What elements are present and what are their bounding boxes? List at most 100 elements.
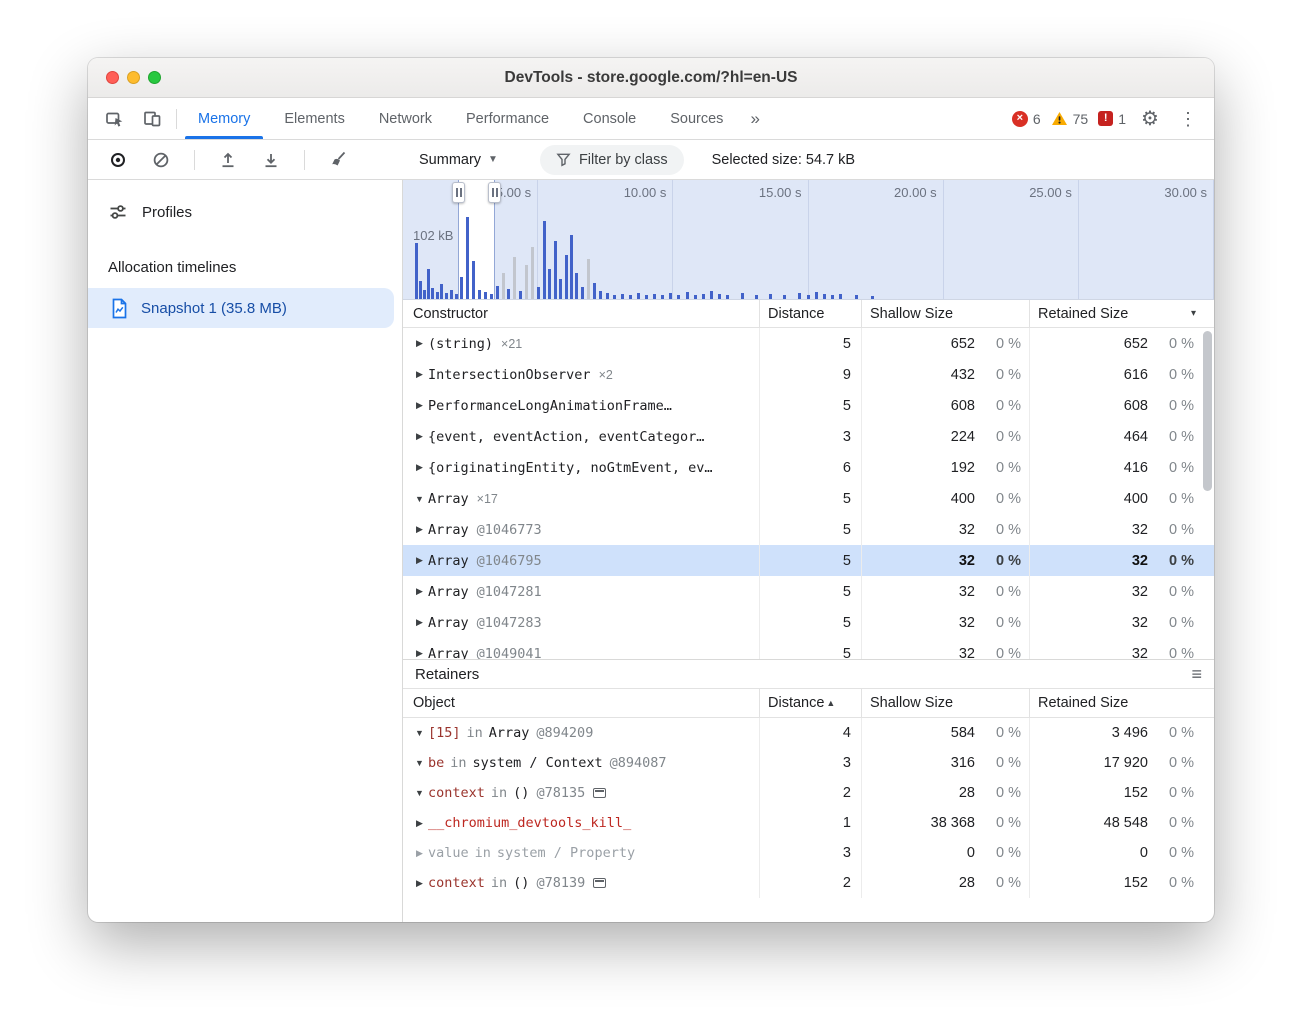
save-profile-icon[interactable] (257, 146, 285, 174)
distance-value: 3 (760, 748, 862, 778)
close-button[interactable] (106, 71, 119, 84)
expand-arrow-icon[interactable]: ▶ (411, 818, 428, 829)
object-id: @894209 (536, 725, 593, 741)
window-titlebar[interactable]: DevTools - store.google.com/?hl=en-US (88, 58, 1214, 98)
collapse-arrow-icon[interactable]: ▼ (411, 728, 428, 738)
retained-size-value: 608 (1124, 398, 1148, 414)
constructor-name: {originatingEntity, noGtmEvent, ev… (428, 460, 712, 476)
table-row[interactable]: ▶Array@1047281 5 320 % 320 % (403, 576, 1214, 607)
shallow-size-pct: 0 % (975, 429, 1021, 445)
expand-arrow-icon[interactable]: ▶ (411, 400, 428, 411)
tab-performance[interactable]: Performance (449, 98, 566, 139)
collect-garbage-icon[interactable] (324, 146, 352, 174)
table-row[interactable]: ▶(string)×21 5 6520 % 6520 % (403, 328, 1214, 359)
tab-sources[interactable]: Sources (653, 98, 740, 139)
profiles-header[interactable]: Profiles (88, 192, 402, 232)
expand-arrow-icon[interactable]: ▶ (411, 617, 428, 628)
selection-left-handle[interactable] (452, 182, 465, 203)
column-header-shallow-size[interactable]: Shallow Size (862, 689, 1030, 717)
snapshot-label: Snapshot 1 (35.8 MB) (141, 300, 287, 317)
expand-arrow-icon[interactable]: ▶ (411, 648, 428, 659)
more-tabs-icon[interactable]: » (740, 98, 769, 139)
clear-profiles-icon[interactable] (147, 146, 175, 174)
hamburger-menu-icon[interactable]: ≡ (1191, 664, 1202, 685)
device-toolbar-icon[interactable] (138, 105, 166, 133)
shallow-size-pct: 0 % (975, 815, 1021, 831)
column-header-object[interactable]: Object (403, 689, 760, 717)
warning-badge[interactable]: 75 (1051, 111, 1089, 127)
column-header-distance[interactable]: Distance (760, 300, 862, 327)
retainer-row[interactable]: ▶contextin()@78139 2 280 % 1520 % (403, 868, 1214, 898)
inspect-element-icon[interactable] (100, 105, 128, 133)
retainer-row[interactable]: ▶__chromium_devtools_kill_ 1 38 3680 % 4… (403, 808, 1214, 838)
expand-arrow-icon[interactable]: ▶ (411, 848, 428, 859)
expand-arrow-icon[interactable]: ▶ (411, 586, 428, 597)
class-filter-input[interactable]: Filter by class (540, 145, 684, 175)
timeline-bar (710, 291, 713, 299)
retained-size-value: 32 (1132, 553, 1148, 569)
issues-badge[interactable]: ! 1 (1098, 111, 1126, 127)
error-badge[interactable]: × 6 (1012, 111, 1041, 127)
expand-arrow-icon[interactable]: ▶ (411, 338, 428, 349)
zoom-button[interactable] (148, 71, 161, 84)
reveal-in-sources-icon[interactable] (593, 878, 606, 888)
panel-tabs: Memory Elements Network Performance Cons… (181, 98, 770, 139)
column-header-constructor[interactable]: Constructor (403, 300, 760, 327)
tab-memory[interactable]: Memory (181, 98, 267, 139)
retained-size-pct: 0 % (1148, 336, 1194, 352)
expand-arrow-icon[interactable]: ▶ (411, 524, 428, 535)
retainer-row[interactable]: ▼[15]inArray@894209 4 5840 % 3 4960 % (403, 718, 1214, 748)
constructor-table-body: ▶(string)×21 5 6520 % 6520 % ▶Intersecti… (403, 328, 1214, 659)
perspective-select[interactable]: Summary ▼ (419, 152, 498, 168)
main-menu-button[interactable]: ⋮ (1174, 105, 1202, 133)
load-profile-icon[interactable] (214, 146, 242, 174)
column-header-retained-size[interactable]: Retained Size ▾ (1030, 300, 1202, 327)
table-row[interactable]: ▶Array@1047283 5 320 % 320 % (403, 607, 1214, 638)
tab-elements[interactable]: Elements (267, 98, 361, 139)
table-row[interactable]: ▶{originatingEntity, noGtmEvent, ev… 6 1… (403, 452, 1214, 483)
table-row-selected[interactable]: ▶Array@1046795 5 320 % 320 % (403, 545, 1214, 576)
expand-arrow-icon[interactable]: ▶ (411, 462, 428, 473)
distance-label: Distance (768, 695, 824, 711)
expand-arrow-icon[interactable]: ▶ (411, 431, 428, 442)
retainer-row[interactable]: ▼beinsystem / Context@894087 3 3160 % 17… (403, 748, 1214, 778)
timeline-bars (403, 180, 1214, 299)
collapse-arrow-icon[interactable]: ▼ (411, 494, 428, 504)
allocation-timeline[interactable]: 5.00 s 10.00 s 15.00 s 20.00 s 25.00 s 3… (403, 180, 1214, 300)
table-row[interactable]: ▶PerformanceLongAnimationFrame… 5 6080 %… (403, 390, 1214, 421)
selection-right-handle[interactable] (488, 182, 501, 203)
table-row[interactable]: ▶{event, eventAction, eventCategor… 3 22… (403, 421, 1214, 452)
retainer-row[interactable]: ▶valueinsystem / Property 3 00 % 00 % (403, 838, 1214, 868)
table-row[interactable]: ▶Array@1049041 5 320 % 320 % (403, 638, 1214, 659)
minimize-button[interactable] (127, 71, 140, 84)
table-row[interactable]: ▼Array×17 5 4000 % 4000 % (403, 483, 1214, 514)
filter-funnel-icon (556, 152, 571, 167)
table-row[interactable]: ▶IntersectionObserver×2 9 4320 % 6160 % (403, 359, 1214, 390)
sidebar-item-snapshot-1[interactable]: Snapshot 1 (35.8 MB) (88, 288, 394, 328)
tab-network[interactable]: Network (362, 98, 449, 139)
record-heap-icon[interactable] (104, 146, 132, 174)
column-header-retained-size[interactable]: Retained Size (1030, 689, 1202, 717)
tune-sliders-icon (108, 202, 128, 222)
distance-value: 1 (760, 808, 862, 838)
expand-arrow-icon[interactable]: ▶ (411, 878, 428, 889)
collapse-arrow-icon[interactable]: ▼ (411, 788, 428, 798)
tabbar-tools (88, 98, 172, 139)
shallow-size-value: 38 368 (931, 815, 975, 831)
column-header-distance-sorted[interactable]: Distance ▲ (760, 689, 862, 717)
constructor-name: Array (428, 522, 469, 538)
shallow-size-value: 0 (967, 845, 975, 861)
shallow-size-value: 316 (951, 755, 975, 771)
retained-size-pct: 0 % (1148, 725, 1194, 741)
reveal-in-sources-icon[interactable] (593, 788, 606, 798)
collapse-arrow-icon[interactable]: ▼ (411, 758, 428, 768)
expand-arrow-icon[interactable]: ▶ (411, 369, 428, 380)
retainer-row[interactable]: ▼contextin()@78135 2 280 % 1520 % (403, 778, 1214, 808)
warning-count: 75 (1073, 111, 1089, 127)
settings-button[interactable]: ⚙ (1136, 105, 1164, 133)
expand-arrow-icon[interactable]: ▶ (411, 555, 428, 566)
table-row[interactable]: ▶Array@1046773 5 320 % 320 % (403, 514, 1214, 545)
column-header-shallow-size[interactable]: Shallow Size (862, 300, 1030, 327)
vertical-scrollbar-thumb[interactable] (1203, 331, 1212, 491)
tab-console[interactable]: Console (566, 98, 653, 139)
